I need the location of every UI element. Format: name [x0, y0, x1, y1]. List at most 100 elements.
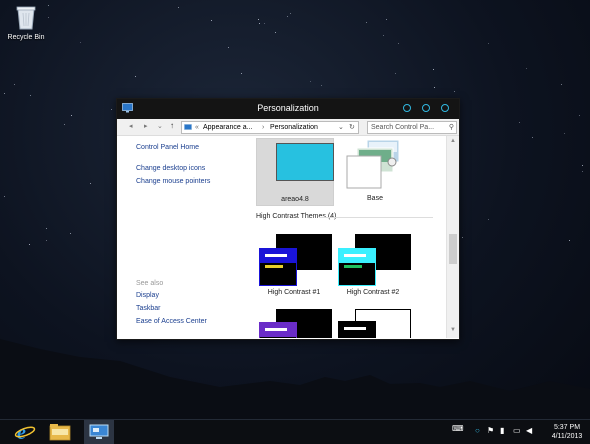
star: [454, 91, 455, 92]
taskbar-link[interactable]: Taskbar: [136, 305, 161, 312]
star: [48, 5, 49, 6]
volume-icon[interactable]: ◀: [526, 426, 532, 435]
star: [258, 19, 259, 20]
scrollbar-thumb[interactable]: [449, 234, 457, 264]
theme-preview-window: [259, 322, 297, 338]
flag-icon[interactable]: ⚑: [487, 426, 494, 435]
control-panel-icon: [184, 124, 192, 130]
display-icon[interactable]: ▭: [513, 426, 521, 435]
star: [14, 84, 15, 85]
star: [71, 115, 72, 116]
theme-preview-window: [338, 248, 376, 286]
theme-tile-high-contrast-3[interactable]: [256, 306, 332, 338]
star: [433, 69, 434, 70]
star: [386, 19, 387, 20]
up-button[interactable]: ↑: [170, 121, 174, 130]
back-button[interactable]: ◂: [129, 122, 133, 130]
star: [532, 137, 533, 138]
circle-icon[interactable]: ○: [475, 426, 480, 435]
star: [211, 20, 212, 21]
scroll-down-arrow[interactable]: ▼: [450, 327, 456, 333]
recent-locations-button[interactable]: ⌄: [157, 122, 163, 130]
task-pane: Control Panel Home Change desktop icons …: [117, 136, 247, 338]
maximize-button[interactable]: [422, 104, 430, 112]
theme-preview: [276, 143, 334, 181]
refresh-button[interactable]: ↻: [349, 122, 355, 133]
star: [579, 115, 580, 116]
star: [70, 233, 71, 234]
star: [321, 85, 322, 86]
personalization-window: Personalization ◂ ▸ ⌄ ↑ « Appearance a..…: [116, 98, 460, 340]
taskbar-file-explorer[interactable]: [45, 420, 75, 444]
vertical-scrollbar[interactable]: ▲ ▼: [446, 136, 459, 338]
breadcrumb-separator[interactable]: ›: [262, 122, 264, 133]
star: [398, 43, 399, 44]
star: [135, 76, 136, 77]
change-mouse-pointers-link[interactable]: Change mouse pointers: [136, 178, 210, 185]
theme-preview-window: [338, 321, 376, 338]
star: [4, 196, 5, 197]
search-icon[interactable]: ⚲: [449, 122, 454, 133]
star: [46, 228, 47, 229]
scroll-up-arrow[interactable]: ▲: [450, 138, 456, 144]
theme-tile-high-contrast-2[interactable]: High Contrast #2: [335, 231, 411, 299]
star: [48, 17, 49, 18]
star: [30, 95, 31, 96]
star: [488, 219, 489, 220]
star: [582, 171, 583, 172]
taskbar-internet-explorer[interactable]: e: [10, 420, 40, 444]
star: [228, 47, 229, 48]
section-divider: [319, 217, 433, 218]
file-explorer-icon: [49, 424, 71, 441]
theme-tile-high-contrast-1[interactable]: High Contrast #1: [256, 231, 332, 299]
star: [526, 68, 527, 69]
taskbar: e ⌨ ○ ⚑ ▮ ▭ ◀ 5:37 PM 4/11/2013: [0, 419, 590, 444]
theme-name: areao4.8: [281, 196, 309, 203]
display-link[interactable]: Display: [136, 292, 159, 299]
theme-tile-base[interactable]: Base: [339, 138, 411, 204]
breadcrumb-appearance[interactable]: Appearance a...: [203, 122, 252, 133]
breadcrumb-personalization[interactable]: Personalization: [270, 122, 318, 133]
network-icon[interactable]: ▮: [500, 426, 504, 435]
star: [395, 73, 396, 74]
star: [46, 240, 47, 241]
chevron-icon[interactable]: «: [195, 122, 199, 133]
see-also-heading: See also: [136, 280, 164, 287]
star: [275, 32, 276, 33]
address-field[interactable]: « Appearance a... › Personalization ⌄ ↻: [181, 121, 359, 134]
minimize-button[interactable]: [403, 104, 411, 112]
system-clock[interactable]: 5:37 PM 4/11/2013: [547, 423, 587, 441]
control-panel-home-link[interactable]: Control Panel Home: [136, 144, 199, 151]
star: [564, 133, 565, 134]
taskbar-control-panel[interactable]: [84, 420, 114, 444]
star: [80, 42, 81, 43]
search-input[interactable]: Search Control Pa... ⚲: [367, 121, 457, 134]
star: [561, 84, 562, 85]
clock-time: 5:37 PM: [553, 424, 581, 431]
theme-tile-high-contrast-white[interactable]: [335, 306, 411, 338]
ease-of-access-link[interactable]: Ease of Access Center: [136, 318, 207, 325]
window-titlebar[interactable]: Personalization: [117, 99, 459, 119]
star: [241, 73, 242, 74]
recycle-bin-desktop-icon[interactable]: Recycle Bin: [4, 4, 48, 41]
recycle-bin-icon: [16, 6, 36, 30]
forward-button[interactable]: ▸: [144, 122, 148, 130]
desktop: Recycle Bin Personalization ◂ ▸ ⌄ ↑ « Ap…: [0, 0, 590, 444]
change-desktop-icons-link[interactable]: Change desktop icons: [136, 165, 205, 172]
clock-date: 4/11/2013: [551, 433, 583, 440]
star: [111, 109, 112, 110]
theme-preview-window: [259, 248, 297, 286]
search-placeholder: Search Control Pa...: [371, 124, 435, 131]
theme-name: Base: [367, 195, 383, 202]
close-button[interactable]: [441, 104, 449, 112]
star: [434, 87, 435, 88]
star: [488, 43, 489, 44]
theme-tile-selected[interactable]: areao4.8: [256, 138, 334, 206]
internet-explorer-icon: e: [14, 422, 36, 442]
keyboard-icon[interactable]: ⌨: [452, 424, 464, 433]
theme-name: High Contrast #2: [346, 289, 400, 296]
star: [290, 13, 291, 14]
address-dropdown-button[interactable]: ⌄: [338, 122, 344, 133]
star: [259, 23, 260, 24]
star: [264, 23, 265, 24]
